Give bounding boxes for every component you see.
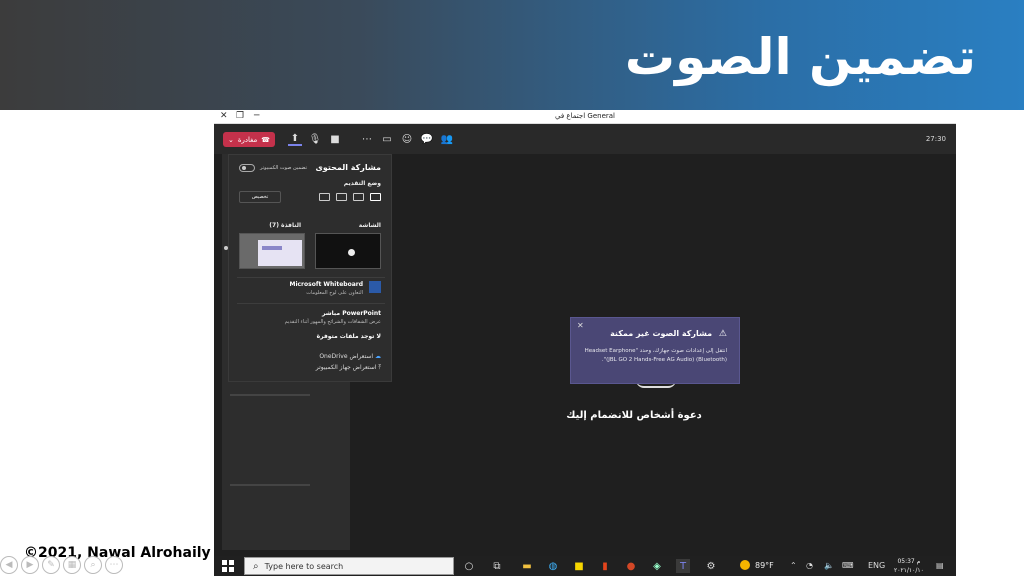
whiteboard-icon — [369, 281, 381, 293]
audio-share-notice: ✕ ⚠ مشاركة الصوت غير ممكنة انتقل إلى إعد… — [570, 317, 740, 384]
next-slide-icon[interactable]: ▶ — [21, 556, 39, 574]
content-only-icon[interactable] — [370, 193, 381, 201]
app-icon[interactable]: ◈ — [650, 559, 664, 573]
settings-gear-icon[interactable]: ⚙ — [704, 559, 718, 573]
share-tray-icon[interactable]: ⬆ — [288, 132, 302, 146]
share-content-panel: مشاركة المحتوى تضمين صوت الكمبيوتر وضع ا… — [228, 154, 392, 382]
window-title: اجتماع في General — [555, 112, 615, 120]
divider — [230, 484, 310, 486]
task-view-icon[interactable]: ⧉ — [490, 559, 504, 573]
title-banner: تضمين الصوت — [0, 0, 1024, 110]
leave-label: مغادرة — [237, 135, 258, 144]
sun-icon — [740, 560, 750, 570]
zoom-icon[interactable]: ⌕ — [84, 556, 102, 574]
standout-mode-icon[interactable] — [353, 193, 364, 201]
chevron-up-icon[interactable]: ⌃ — [790, 561, 797, 570]
customize-button[interactable]: تخصيص — [239, 191, 281, 203]
more-options-icon[interactable]: ⋯ — [360, 132, 374, 146]
invite-people-text: دعوة أشخاص للانضمام إليك — [566, 410, 702, 421]
weather-widget[interactable]: 89°F — [740, 560, 774, 570]
clock-date: ٢٠٢١/١٠/١٠ — [894, 567, 924, 574]
screen-label: الشاشة — [358, 222, 381, 229]
cloud-icon: ☁ — [375, 353, 381, 360]
onedrive-label: استعراض OneDrive — [319, 353, 374, 360]
slides-overview-icon[interactable]: ▦ — [63, 556, 81, 574]
file-explorer-icon[interactable]: ▬ — [520, 559, 534, 573]
no-files-label: لا توجد ملفات متوفرة — [316, 333, 381, 340]
search-placeholder: Type here to search — [264, 561, 344, 571]
windows-taskbar: ⌕ Type here to search ○ ⧉ ▬ ◍ ■ ▮ ● ◈ T … — [214, 556, 956, 576]
computer-label: استعراض جهاز الكمبيوتر — [315, 364, 377, 371]
warning-icon: ⚠ — [718, 329, 727, 339]
powerpoint-subtitle: عرض الشفافات والشرائح والمهور أثناء التق… — [284, 319, 381, 325]
whiteboard-option[interactable]: Microsoft Whiteboard التعاون على لوح الم… — [289, 281, 363, 296]
presenter-mode-label: وضع التقديم — [343, 180, 381, 187]
cortana-icon[interactable]: ○ — [462, 559, 476, 573]
divider — [237, 277, 385, 278]
powerpoint-icon[interactable]: ● — [624, 559, 638, 573]
screen-thumbnail[interactable] — [315, 233, 381, 269]
notice-body: انتقل إلى إعدادات صوت جهازك، وحدد "Heads… — [584, 348, 727, 363]
presentation-slide: تضمين الصوت ✕ ❐ ─ اجتماع في General ⌄ مغ… — [0, 0, 1024, 576]
powerpoint-live-option[interactable]: PowerPoint مباشر عرض الشفافات والشرائح و… — [285, 310, 381, 325]
notifications-icon[interactable]: ▤ — [936, 561, 944, 570]
divider — [237, 303, 385, 304]
window-thumbnail[interactable] — [239, 233, 305, 269]
camera-icon[interactable]: ■ — [328, 132, 342, 146]
leave-button[interactable]: ⌄ مغادرة ☎ — [223, 132, 275, 147]
keyboard-icon[interactable]: ⌨ — [842, 561, 854, 570]
more-options-icon[interactable]: ⋯ — [105, 556, 123, 574]
browse-onedrive-link[interactable]: ☁ استعراض OneDrive — [319, 353, 381, 360]
clock-time: 05:37 م — [897, 558, 921, 565]
previous-slide-icon[interactable]: ◀ — [0, 556, 18, 574]
notice-title: مشاركة الصوت غير ممكنة — [610, 329, 713, 338]
divider — [230, 394, 310, 396]
whiteboard-title: Microsoft Whiteboard — [289, 281, 363, 288]
taskbar-clock[interactable]: 05:37 م ٢٠٢١/١٠/١٠ — [894, 557, 924, 575]
include-audio-toggle[interactable] — [239, 164, 255, 172]
reactions-icon[interactable]: ☺ — [400, 132, 414, 146]
side-by-side-icon[interactable] — [336, 193, 347, 201]
meeting-toolbar: ⌄ مغادرة ☎ ⬆ 🎙 ■ ⋯ ▭ ☺ 💬 👥 27:30 — [214, 124, 956, 154]
network-icon[interactable]: ◔ — [806, 561, 813, 570]
upload-icon: ⤒ — [378, 364, 381, 371]
panel-heading: مشاركة المحتوى — [315, 163, 381, 172]
whiteboard-subtitle: التعاون على لوح المعلومات — [306, 290, 363, 296]
taskbar-search-box[interactable]: ⌕ Type here to search — [244, 557, 454, 575]
chat-icon[interactable]: 💬 — [420, 132, 434, 146]
breakout-rooms-icon[interactable]: ▭ — [380, 132, 394, 146]
notice-title-row: ⚠ مشاركة الصوت غير ممكنة — [610, 329, 727, 339]
participants-icon[interactable]: 👥 — [440, 132, 454, 146]
phone-hangup-icon: ☎ — [261, 135, 271, 144]
include-audio-label: تضمين صوت الكمبيوتر — [260, 165, 307, 171]
window-preview — [258, 240, 302, 266]
browse-computer-link[interactable]: ⤒ استعراض جهاز الكمبيوتر — [316, 364, 381, 372]
teams-screenshot: ✕ ❐ ─ اجتماع في General ⌄ مغادرة ☎ ⬆ 🎙 ■… — [214, 110, 956, 576]
edge-icon[interactable]: ◍ — [546, 559, 560, 573]
slideshow-controls: ◀ ▶ ✎ ▦ ⌕ ⋯ — [0, 556, 123, 574]
temperature: 89°F — [755, 560, 774, 570]
office-icon[interactable]: ▮ — [598, 559, 612, 573]
language-indicator[interactable]: ENG — [868, 561, 885, 570]
close-icon[interactable]: ✕ — [577, 321, 584, 330]
slide-title: تضمين الصوت — [624, 28, 976, 86]
chevron-down-icon: ⌄ — [227, 135, 234, 144]
powerpoint-title: PowerPoint مباشر — [322, 310, 381, 317]
reporter-mode-icon[interactable] — [319, 193, 330, 201]
teams-icon[interactable]: T — [676, 559, 690, 573]
sticky-notes-icon[interactable]: ■ — [572, 559, 586, 573]
window-label: النافذة (7) — [269, 222, 301, 229]
search-icon: ⌕ — [253, 560, 259, 572]
mic-off-icon[interactable]: 🎙 — [308, 132, 322, 146]
windows-start-icon[interactable] — [222, 560, 234, 572]
pen-icon[interactable]: ✎ — [42, 556, 60, 574]
meeting-timer: 27:30 — [925, 135, 946, 143]
window-titlebar: ✕ ❐ ─ اجتماع في General — [214, 110, 956, 124]
presenter-mode-options — [319, 193, 381, 201]
volume-icon[interactable]: 🔈 — [824, 561, 834, 570]
